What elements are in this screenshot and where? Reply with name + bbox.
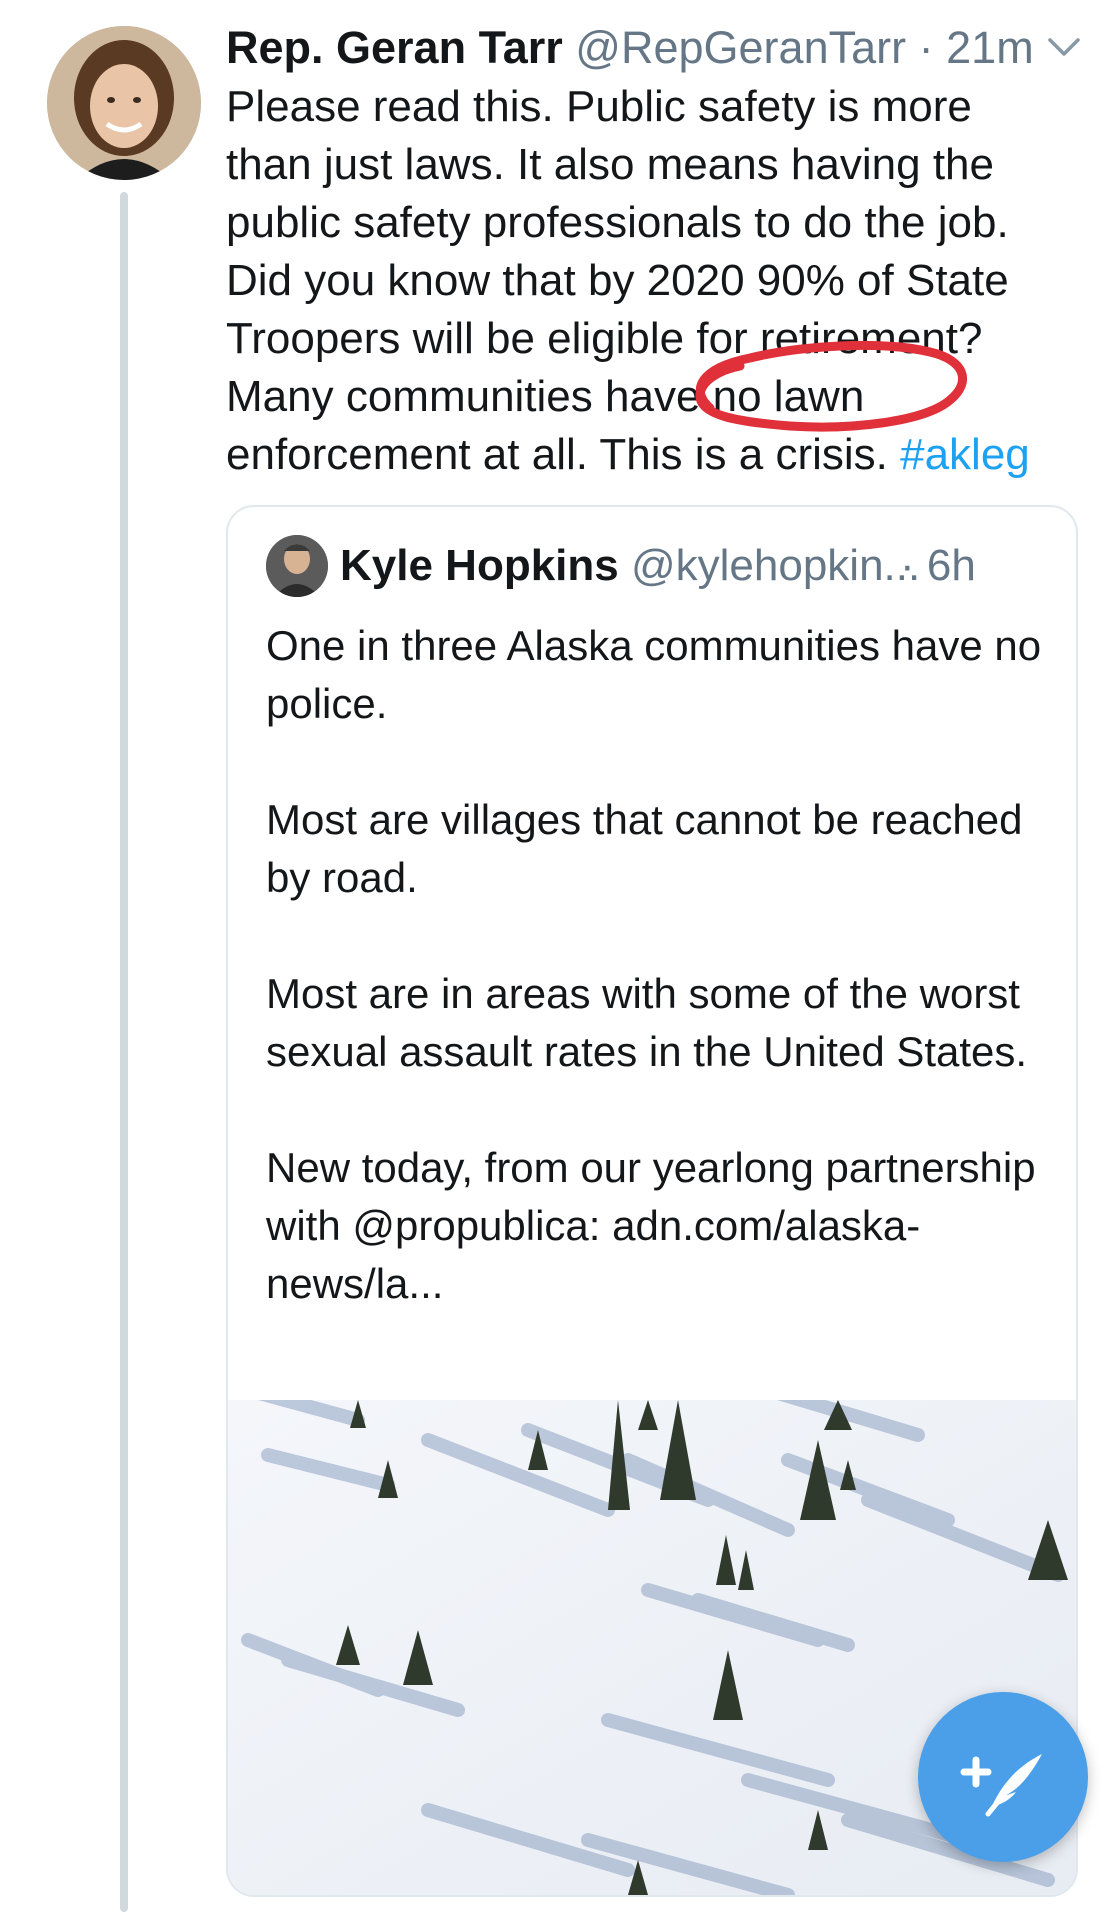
quoted-tweet-header: Kyle Hopkins @kylehopkin...: [340, 535, 920, 597]
quoted-paragraph: One in three Alaska communities have no …: [266, 622, 1042, 727]
quoted-tweet-time-wrap: · 6h: [900, 535, 976, 597]
author-name[interactable]: Rep. Geran Tarr: [226, 22, 563, 73]
tweet-detail-screen: Rep. Geran Tarr @RepGeranTarr · 21m Plea…: [0, 0, 1120, 1912]
tweet-text-line: Troopers will be eligible for retirement…: [226, 314, 983, 363]
tweet-text: Please read this. Public safety is more …: [226, 78, 1106, 484]
tweet-text-line: public safety professionals to do the jo…: [226, 198, 1009, 247]
author-handle[interactable]: @RepGeranTarr: [575, 22, 906, 73]
tweet-text-line: Did you know that by 2020 90% of State: [226, 256, 1009, 305]
tweet-text-line: enforcement at all. This is a crisis.: [226, 430, 888, 479]
quoted-paragraph: Most are in areas with some of the worst…: [266, 970, 1028, 1075]
hashtag-link[interactable]: #akleg: [900, 430, 1030, 479]
quoted-tweet-text: One in three Alaska communities have no …: [266, 617, 1046, 1313]
separator-dot: ·: [918, 22, 934, 73]
compose-tweet-icon: [960, 1754, 1042, 1817]
tweet-text-line: Please read this. Public safety is more: [226, 82, 972, 131]
author-avatar[interactable]: [47, 26, 201, 180]
quoted-author-name[interactable]: Kyle Hopkins: [340, 541, 619, 590]
tweet-text-line: than just laws. It also means having the: [226, 140, 994, 189]
tweet-text-line-last: enforcement at all. This is a crisis. #a…: [226, 426, 1106, 484]
tweet-timestamp: 21m: [946, 22, 1034, 73]
chevron-down-icon[interactable]: [1044, 30, 1084, 66]
tweet-text-line: Many communities have no lawn: [226, 372, 865, 421]
quoted-paragraph: Most are villages that cannot be reached…: [266, 796, 1023, 901]
quoted-author-avatar[interactable]: [266, 535, 328, 597]
quoted-author-handle[interactable]: @kylehopkin...: [631, 541, 920, 590]
quoted-tweet-card[interactable]: Kyle Hopkins @kylehopkin... · 6h One in …: [226, 505, 1078, 1897]
tweet-header: Rep. Geran Tarr @RepGeranTarr · 21m: [226, 18, 1034, 78]
compose-tweet-button[interactable]: [918, 1692, 1088, 1862]
thread-line: [120, 192, 128, 1912]
quoted-paragraph: New today, from our yearlong partnership…: [266, 1144, 1036, 1307]
quoted-tweet-timestamp: · 6h: [900, 541, 976, 590]
